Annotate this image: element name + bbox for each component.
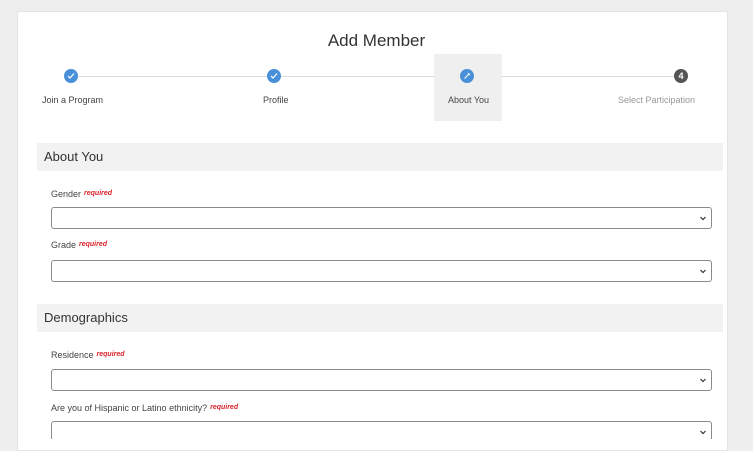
step-label: About You xyxy=(448,95,490,105)
gender-label: Gender required xyxy=(51,189,112,199)
section-header-demographics: Demographics xyxy=(37,304,723,332)
step-label: Profile xyxy=(263,95,289,105)
stepper-track xyxy=(78,76,675,77)
grade-label: Grade required xyxy=(51,240,107,250)
gender-select[interactable] xyxy=(51,207,712,229)
required-tag: required xyxy=(84,190,113,197)
check-icon xyxy=(267,69,281,83)
pencil-icon xyxy=(460,69,474,83)
step-number-badge: 4 xyxy=(674,69,688,83)
step-label: Join a Program xyxy=(42,95,104,105)
check-icon xyxy=(64,69,78,83)
required-tag: required xyxy=(79,241,108,248)
residence-select[interactable] xyxy=(51,369,712,391)
hispanic-ethnicity-select[interactable] xyxy=(51,421,712,439)
field-label-text: Are you of Hispanic or Latino ethnicity? xyxy=(51,403,208,413)
field-label-text: Residence xyxy=(51,350,94,360)
current-step-highlight xyxy=(434,54,502,121)
chevron-down-icon xyxy=(700,430,706,435)
required-tag: required xyxy=(210,404,239,411)
chevron-down-icon xyxy=(700,378,706,383)
field-label-text: Grade xyxy=(51,240,77,250)
field-label-text: Gender xyxy=(51,189,82,199)
step-label: Select Participation xyxy=(618,95,696,105)
chevron-down-icon xyxy=(700,269,706,274)
residence-label: Residence required xyxy=(51,350,125,360)
required-tag: required xyxy=(96,351,125,358)
hispanic-ethnicity-label: Are you of Hispanic or Latino ethnicity?… xyxy=(51,403,238,413)
page-title: Add Member xyxy=(327,31,426,50)
chevron-down-icon xyxy=(700,216,706,221)
section-header-about-you: About You xyxy=(37,143,723,171)
grade-select[interactable] xyxy=(51,260,712,282)
